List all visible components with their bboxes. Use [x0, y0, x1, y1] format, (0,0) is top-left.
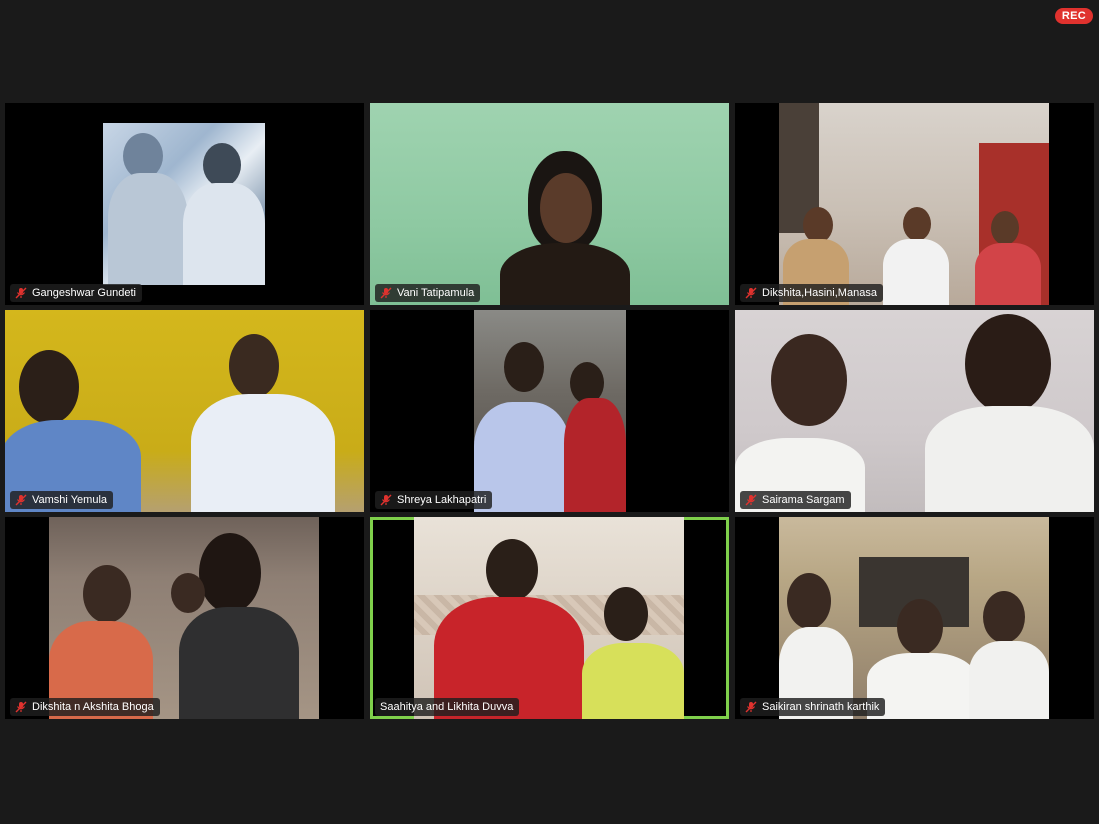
participant-name: Saahitya and Likhita Duvva — [380, 701, 514, 713]
participant-name: Vamshi Yemula — [32, 494, 108, 506]
participant-name-tag: Saikiran shrinath karthik — [740, 698, 886, 716]
video-feed — [103, 123, 265, 285]
muted-mic-icon — [15, 287, 27, 299]
participant-name: Shreya Lakhapatri — [397, 494, 487, 506]
participant-tile[interactable]: Vamshi Yemula — [5, 310, 364, 512]
video-feed — [474, 310, 626, 512]
participant-name-tag: Shreya Lakhapatri — [375, 491, 493, 509]
participant-name: Sairama Sargam — [762, 494, 845, 506]
participant-name-tag: Vani Tatipamula — [375, 284, 481, 302]
video-feed — [735, 310, 1094, 512]
participant-name-tag: Gangeshwar Gundeti — [10, 284, 142, 302]
recording-badge: REC — [1054, 8, 1093, 24]
gallery-view: Gangeshwar Gundeti Vani Tatipamula Diksh… — [5, 103, 1094, 719]
muted-mic-icon — [15, 494, 27, 506]
video-feed — [779, 103, 1049, 305]
participant-name-tag: Saahitya and Likhita Duvva — [375, 698, 520, 716]
video-feed — [370, 103, 729, 305]
participant-tile[interactable]: Sairama Sargam — [735, 310, 1094, 512]
video-feed — [779, 517, 1049, 719]
participant-name: Saikiran shrinath karthik — [762, 701, 880, 713]
video-feed — [414, 517, 684, 719]
participant-tile[interactable]: Gangeshwar Gundeti — [5, 103, 364, 305]
muted-mic-icon — [380, 494, 392, 506]
participant-name: Dikshita n Akshita Bhoga — [32, 701, 154, 713]
muted-mic-icon — [745, 494, 757, 506]
muted-mic-icon — [380, 287, 392, 299]
participant-tile[interactable]: Dikshita n Akshita Bhoga — [5, 517, 364, 719]
participant-name-tag: Sairama Sargam — [740, 491, 851, 509]
muted-mic-icon — [745, 701, 757, 713]
participant-name-tag: Vamshi Yemula — [10, 491, 114, 509]
participant-tile[interactable]: Dikshita,Hasini,Manasa — [735, 103, 1094, 305]
muted-mic-icon — [15, 701, 27, 713]
participant-name: Dikshita,Hasini,Manasa — [762, 287, 877, 299]
participant-name: Vani Tatipamula — [397, 287, 475, 299]
participant-name-tag: Dikshita n Akshita Bhoga — [10, 698, 160, 716]
participant-tile[interactable]: Shreya Lakhapatri — [370, 310, 729, 512]
video-feed — [49, 517, 319, 719]
participant-name: Gangeshwar Gundeti — [32, 287, 136, 299]
muted-mic-icon — [745, 287, 757, 299]
video-feed — [5, 310, 364, 512]
participant-tile[interactable]: Vani Tatipamula — [370, 103, 729, 305]
participant-name-tag: Dikshita,Hasini,Manasa — [740, 284, 883, 302]
participant-tile[interactable]: Saikiran shrinath karthik — [735, 517, 1094, 719]
participant-tile-active-speaker[interactable]: Saahitya and Likhita Duvva — [370, 517, 729, 719]
